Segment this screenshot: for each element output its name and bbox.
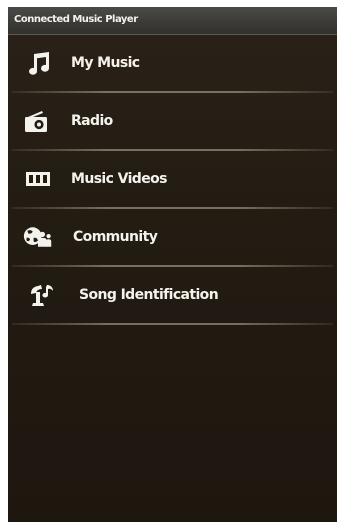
radio-icon [21, 107, 51, 135]
menu-item-community[interactable]: Community [8, 209, 337, 267]
song-identification-icon [28, 281, 58, 309]
menu-item-label: Community [73, 229, 158, 245]
menu-item-label: Radio [71, 113, 113, 129]
app-title: Connected Music Player [14, 14, 138, 25]
menu-item-label: Song Identification [79, 287, 219, 303]
film-strip-icon [23, 165, 53, 193]
app-screen: Connected Music Player My Music Radio Mu… [8, 7, 337, 522]
menu-item-song-identification[interactable]: Song Identification [8, 267, 337, 325]
divider [12, 323, 333, 325]
menu-item-radio[interactable]: Radio [8, 93, 337, 151]
menu-item-label: Music Videos [71, 171, 167, 187]
title-bar: Connected Music Player [8, 7, 337, 35]
menu-item-my-music[interactable]: My Music [8, 35, 337, 93]
menu-item-label: My Music [71, 55, 140, 71]
community-globe-icon [23, 223, 53, 251]
music-note-icon [24, 49, 54, 77]
main-menu: My Music Radio Music Videos Community So… [8, 35, 337, 325]
menu-item-music-videos[interactable]: Music Videos [8, 151, 337, 209]
